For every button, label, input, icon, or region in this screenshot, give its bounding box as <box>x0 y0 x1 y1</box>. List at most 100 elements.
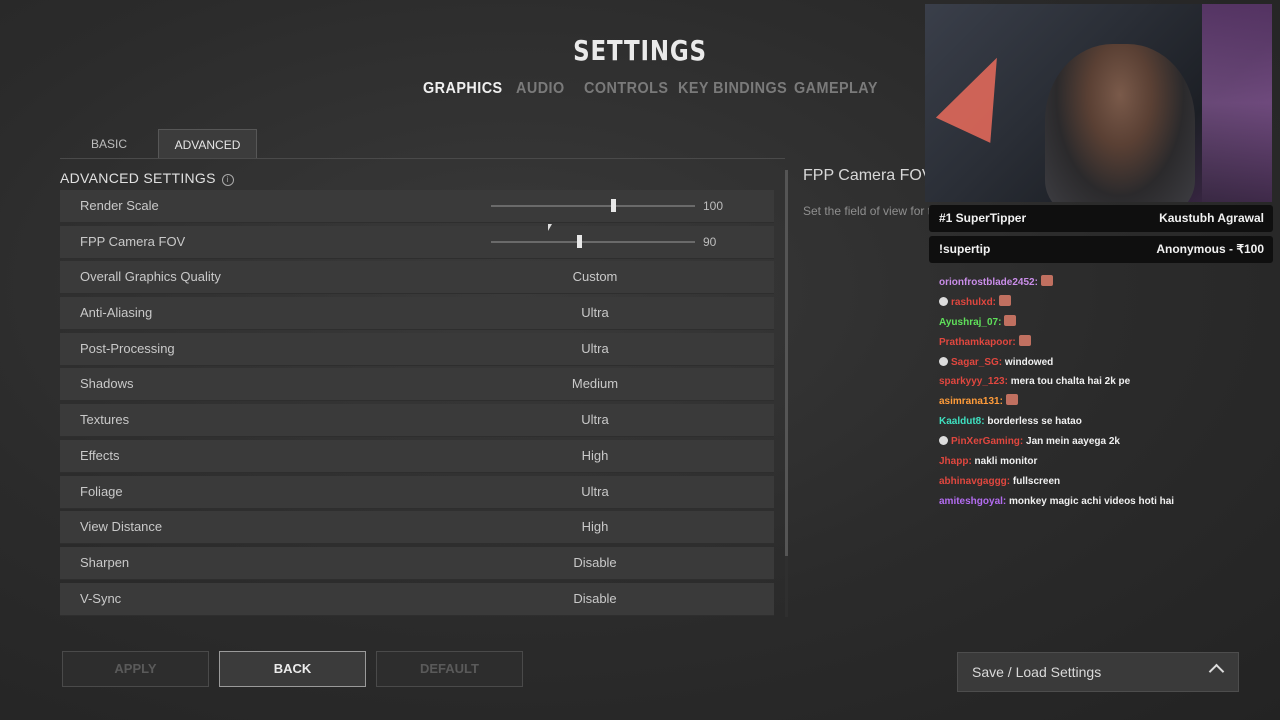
tab-controls[interactable]: CONTROLS <box>584 80 668 98</box>
chat-message: Kaaldut8: borderless se hatao <box>939 412 1269 432</box>
chat-message: Jhapp: nakli monitor <box>939 452 1269 472</box>
setting-row-sharpen[interactable]: Sharpen Disable <box>60 546 774 580</box>
subtab-basic[interactable]: BASIC <box>60 129 158 157</box>
setting-value[interactable]: High <box>500 440 690 472</box>
setting-value[interactable]: Ultra <box>500 333 690 365</box>
chat-username: PinXerGaming: <box>951 436 1024 448</box>
chat-emote-icon <box>1018 334 1031 346</box>
chat-text: nakli monitor <box>971 456 1038 468</box>
chat-username: amiteshgoyal: <box>939 495 1007 507</box>
chat-emote-icon <box>1004 314 1017 326</box>
chat-username: asimrana131: <box>939 396 1003 408</box>
setting-value[interactable]: Ultra <box>500 404 690 436</box>
chat-badge-icon <box>939 436 948 446</box>
back-button[interactable]: BACK <box>219 651 366 687</box>
chat-username: Kaaldut8: <box>939 416 985 428</box>
setting-label: Anti-Aliasing <box>80 305 153 321</box>
mouse-cursor-icon <box>548 224 552 231</box>
setting-row-overall-graphics-quality[interactable]: Overall Graphics Quality Custom <box>60 261 774 295</box>
tip-name: Anonymous - ₹100 <box>1156 242 1264 256</box>
supertipper-banner: #1 SuperTipper Kaustubh Agrawal <box>929 205 1273 232</box>
chat-message: sparkyyy_123: mera tou chalta hai 2k pe <box>939 372 1269 392</box>
setting-value[interactable]: Ultra <box>500 476 690 508</box>
setting-value[interactable]: Custom <box>500 261 690 293</box>
chat-username: Ayushraj_07: <box>939 316 1002 328</box>
chat-username: orionfrostblade2452: <box>939 277 1038 288</box>
chat-message: PinXerGaming: Jan mein aayega 2k <box>939 432 1269 452</box>
setting-value[interactable]: Disable <box>500 547 690 579</box>
chat-message: abhinavgaggg: fullscreen <box>939 472 1269 492</box>
tab-gameplay[interactable]: GAMEPLAY <box>794 80 878 98</box>
setting-label: FPP Camera FOV <box>80 233 186 249</box>
settings-list: Render Scale 100 FPP Camera FOV 90 Overa… <box>60 190 774 616</box>
chat-text: mera tou chalta hai 2k pe <box>1007 376 1131 388</box>
save-load-label: Save / Load Settings <box>972 664 1102 680</box>
tip-label: #1 SuperTipper <box>939 211 1027 225</box>
chat-message: Ayushraj_07: <box>939 313 1269 333</box>
setting-value[interactable]: Ultra <box>500 297 690 329</box>
setting-label: Effects <box>80 447 120 463</box>
setting-value[interactable]: Medium <box>500 368 690 400</box>
chat-text: windowed <box>1002 356 1054 368</box>
chat-username: Prathamkapoor: <box>939 336 1016 348</box>
chat-emote-icon <box>999 294 1012 306</box>
chat-username: sparkyyy_123: <box>939 376 1008 388</box>
chat-text: Jan mein aayega 2k <box>1023 436 1120 448</box>
background-light <box>1202 4 1272 202</box>
setting-row-fpp-camera-fov[interactable]: FPP Camera FOV 90 <box>60 225 774 259</box>
tab-audio[interactable]: AUDIO <box>516 80 565 98</box>
sub-tab-bar: BASIC ADVANCED <box>60 129 785 159</box>
save-load-settings-button[interactable]: Save / Load Settings <box>957 652 1239 692</box>
setting-row-render-scale[interactable]: Render Scale 100 <box>60 190 774 223</box>
chat-message: amiteshgoyal: monkey magic achi videos h… <box>939 492 1269 512</box>
chat-message: orionfrostblade2452: <box>939 273 1269 293</box>
tab-graphics[interactable]: GRAPHICS <box>423 80 503 98</box>
setting-row-post-processing[interactable]: Post-Processing Ultra <box>60 332 774 366</box>
logo-icon <box>935 45 1025 143</box>
setting-row-view-distance[interactable]: View Distance High <box>60 511 774 545</box>
setting-row-effects[interactable]: Effects High <box>60 439 774 473</box>
chat-username: abhinavgaggg: <box>939 475 1011 487</box>
setting-label: V-Sync <box>80 590 122 606</box>
supertip-banner: !supertip Anonymous - ₹100 <box>929 236 1273 263</box>
setting-label: Render Scale <box>80 198 159 213</box>
render-scale-slider[interactable] <box>491 199 695 212</box>
setting-label: Sharpen <box>80 554 130 570</box>
chat-message: Prathamkapoor: <box>939 333 1269 353</box>
chat-username: rashulxd: <box>951 296 997 308</box>
setting-row-foliage[interactable]: Foliage Ultra <box>60 475 774 509</box>
chat-text: fullscreen <box>1010 475 1061 487</box>
info-icon[interactable]: i <box>221 174 234 186</box>
chat-text: monkey magic achi videos hoti hai <box>1006 495 1175 507</box>
setting-row-shadows[interactable]: Shadows Medium <box>60 368 774 402</box>
chat-message: Sagar_SG: windowed <box>939 353 1269 373</box>
chat-message: rashulxd: <box>939 293 1269 313</box>
setting-label: Textures <box>80 412 130 428</box>
subtab-advanced[interactable]: ADVANCED <box>158 129 257 158</box>
chat-emote-icon <box>1040 275 1053 286</box>
setting-value[interactable]: Disable <box>500 583 690 615</box>
fov-slider[interactable] <box>491 234 695 248</box>
setting-row-anti-aliasing[interactable]: Anti-Aliasing Ultra <box>60 297 774 331</box>
setting-label: View Distance <box>80 519 163 535</box>
scrollbar-thumb[interactable] <box>785 170 788 556</box>
section-title: ADVANCED SETTINGS i <box>60 170 234 186</box>
chat-emote-icon <box>1005 394 1018 406</box>
default-button[interactable]: DEFAULT <box>376 651 523 687</box>
setting-label: Post-Processing <box>80 340 175 356</box>
setting-value[interactable]: High <box>500 511 690 543</box>
chat-feed: orionfrostblade2452: rashulxd: Ayushraj_07… <box>939 273 1269 512</box>
setting-label: Foliage <box>80 483 123 499</box>
tab-key-bindings[interactable]: KEY BINDINGS <box>678 80 787 98</box>
slider-handle[interactable] <box>576 234 582 248</box>
setting-row-textures[interactable]: Textures Ultra <box>60 404 774 438</box>
chat-username: Jhapp: <box>939 456 972 468</box>
section-title-label: ADVANCED SETTINGS <box>60 170 216 186</box>
slider-handle[interactable] <box>611 199 617 212</box>
setting-row-v-sync[interactable]: V-Sync Disable <box>60 582 774 616</box>
settings-scrollbar[interactable] <box>785 170 788 617</box>
apply-button[interactable]: APPLY <box>62 651 209 687</box>
slider-value: 90 <box>703 234 717 249</box>
chevron-up-icon <box>1208 663 1225 680</box>
tip-label: !supertip <box>939 242 991 256</box>
